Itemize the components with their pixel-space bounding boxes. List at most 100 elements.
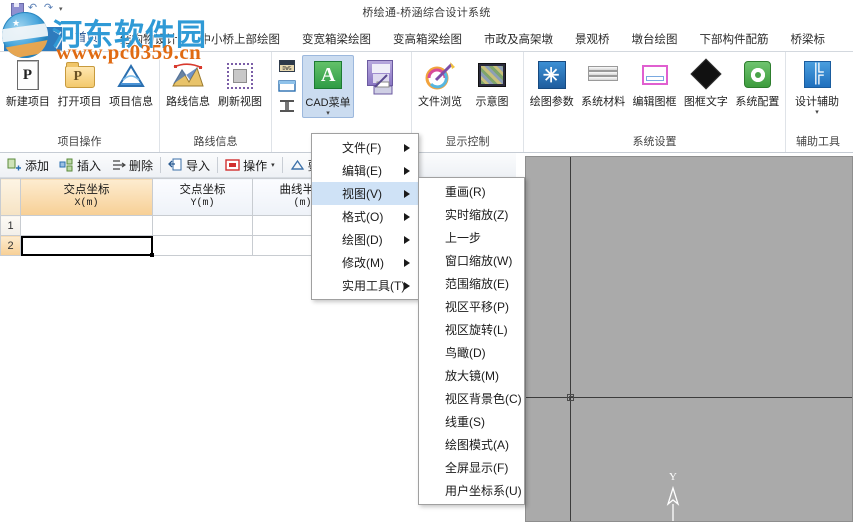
tab-landscape-bridge[interactable]: 景观桥 bbox=[564, 34, 621, 52]
tab-variable-width-box-girder[interactable]: 变宽箱梁绘图 bbox=[291, 34, 382, 52]
menu-item-redraw[interactable]: 重画(R) bbox=[419, 180, 524, 203]
add-icon bbox=[7, 158, 22, 172]
menu-item-aerial-view[interactable]: 鸟瞰(D) bbox=[419, 341, 524, 364]
tab-pier-abutment-drawing[interactable]: 墩台绘图 bbox=[621, 34, 689, 52]
ribbon-tab-strip: File 首页 结构物设计 中小桥上部绘图 变宽箱梁绘图 变高箱梁绘图 市政及高… bbox=[0, 26, 853, 52]
import-label: 导入 bbox=[186, 157, 210, 174]
insert-row-label: 插入 bbox=[77, 157, 101, 174]
origin-marker-icon bbox=[567, 394, 574, 401]
grid-corner[interactable] bbox=[1, 179, 21, 216]
edit-frame-icon bbox=[637, 58, 673, 94]
frame-text-button[interactable]: 图框文字 bbox=[680, 55, 731, 108]
cad-main-menu[interactable]: 文件(F) 编辑(E) 视图(V) 格式(O) 绘图(D) 修改(M) 实用工具… bbox=[311, 133, 419, 300]
design-assist-button[interactable]: ╠ 设计辅助 ▾ bbox=[788, 55, 846, 116]
delete-row-label: 删除 bbox=[129, 157, 153, 174]
tab-variable-height-box-girder[interactable]: 变高箱梁绘图 bbox=[382, 34, 473, 52]
new-project-button[interactable]: P 新建项目 bbox=[2, 55, 54, 108]
menu-item-viewport-background-color[interactable]: 视区背景色(C) bbox=[419, 387, 524, 410]
menu-item-file[interactable]: 文件(F) bbox=[312, 136, 418, 159]
menu-item-modify[interactable]: 修改(M) bbox=[312, 251, 418, 274]
ribbon-group-label: 显示控制 bbox=[414, 134, 521, 152]
delete-icon bbox=[111, 158, 126, 172]
chevron-down-icon[interactable]: ▾ bbox=[271, 161, 275, 169]
chevron-down-icon[interactable]: ▾ bbox=[815, 109, 819, 116]
frame-icon[interactable] bbox=[276, 77, 298, 95]
cell-r2-y[interactable] bbox=[153, 236, 253, 256]
new-project-icon: P bbox=[10, 58, 46, 94]
add-row-button[interactable]: 添加 bbox=[2, 155, 54, 176]
column-title: 交点坐标 bbox=[153, 184, 252, 197]
insert-icon bbox=[59, 158, 74, 172]
save-print-button[interactable] bbox=[354, 55, 406, 96]
open-project-button[interactable]: P 打开项目 bbox=[54, 55, 106, 108]
tab-municipal-viaduct-pier[interactable]: 市政及高架墩 bbox=[473, 34, 564, 52]
edit-frame-button[interactable]: 编辑图框 bbox=[629, 55, 680, 108]
column-header-x[interactable]: 交点坐标 X(m) bbox=[21, 179, 153, 216]
route-info-button[interactable]: 路线信息 bbox=[162, 55, 214, 108]
cad-view-submenu[interactable]: 重画(R) 实时缩放(Z) 上一步 窗口缩放(W) 范围缩放(E) 视区平移(P… bbox=[418, 177, 525, 505]
chevron-down-icon[interactable]: ▾ bbox=[326, 110, 330, 117]
sketch-button[interactable]: 示意图 bbox=[466, 55, 518, 108]
insert-row-button[interactable]: 插入 bbox=[54, 155, 106, 176]
menu-item-lineweight[interactable]: 线重(S) bbox=[419, 410, 524, 433]
cell-r1-y[interactable] bbox=[153, 216, 253, 236]
refresh-view-button[interactable]: 刷新视图 bbox=[214, 55, 266, 108]
submenu-arrow-icon bbox=[404, 190, 410, 198]
tab-small-bridge-upper[interactable]: 中小桥上部绘图 bbox=[189, 34, 292, 52]
menu-item-view[interactable]: 视图(V) bbox=[312, 182, 418, 205]
row-header-2[interactable]: 2 bbox=[1, 236, 21, 256]
menu-item-window-zoom[interactable]: 窗口缩放(W) bbox=[419, 249, 524, 272]
ribbon: P 新建项目 P 打开项目 bbox=[0, 52, 853, 153]
cad-menu-button[interactable]: A CAD菜单 ▾ bbox=[302, 55, 354, 118]
ribbon-group-assist-tools: ╠ 设计辅助 ▾ 辅助工具 bbox=[786, 52, 850, 152]
import-button[interactable]: 导入 bbox=[163, 155, 215, 176]
frame-text-icon bbox=[688, 58, 724, 94]
cell-r1-x[interactable] bbox=[21, 216, 153, 236]
cell-r2-x[interactable] bbox=[21, 236, 153, 256]
column-header-y[interactable]: 交点坐标 Y(m) bbox=[153, 179, 253, 216]
crosshair-vertical bbox=[570, 157, 571, 521]
draw-params-button[interactable]: ✳ 绘图参数 bbox=[526, 55, 577, 108]
project-info-button[interactable]: 项目信息 bbox=[105, 55, 157, 108]
system-config-button[interactable]: 系统配置 bbox=[732, 55, 783, 108]
cad-drawing-area[interactable]: Y bbox=[525, 156, 853, 522]
title-bar: ↶ ↷ ▾ 桥绘通-桥涵综合设计系统 bbox=[0, 0, 853, 26]
menu-item-draw-mode[interactable]: 绘图模式(A) bbox=[419, 433, 524, 456]
file-button[interactable]: File bbox=[4, 27, 62, 51]
cad-menu-icon: A bbox=[310, 59, 346, 95]
column-icon[interactable] bbox=[276, 97, 298, 115]
menu-item-fullscreen[interactable]: 全屏显示(F) bbox=[419, 456, 524, 479]
column-title: 交点坐标 bbox=[21, 184, 152, 197]
operation-label: 操作 bbox=[243, 157, 267, 174]
submenu-arrow-icon bbox=[404, 282, 410, 290]
system-material-button[interactable]: 系统材料 bbox=[577, 55, 628, 108]
project-info-icon bbox=[113, 58, 149, 94]
ribbon-group-display-control: 文件浏览 示意图 显示控制 bbox=[412, 52, 524, 152]
sketch-icon bbox=[474, 58, 510, 94]
tab-lower-member-reinforcement[interactable]: 下部构件配筋 bbox=[689, 34, 780, 52]
tab-bridge-marking[interactable]: 桥梁标 bbox=[780, 34, 837, 52]
dwg-icon[interactable]: DWG bbox=[276, 57, 298, 75]
operation-button[interactable]: 操作 ▾ bbox=[220, 155, 280, 176]
menu-item-previous-step[interactable]: 上一步 bbox=[419, 226, 524, 249]
import-icon bbox=[168, 158, 183, 172]
delete-row-button[interactable]: 删除 bbox=[106, 155, 158, 176]
menu-item-format[interactable]: 格式(O) bbox=[312, 205, 418, 228]
menu-item-magnifier[interactable]: 放大镜(M) bbox=[419, 364, 524, 387]
column-unit: X(m) bbox=[21, 197, 152, 210]
row-header-1[interactable]: 1 bbox=[1, 216, 21, 236]
menu-item-edit[interactable]: 编辑(E) bbox=[312, 159, 418, 182]
menu-item-pan[interactable]: 视区平移(P) bbox=[419, 295, 524, 318]
design-assist-icon: ╠ bbox=[799, 58, 835, 94]
menu-item-realtime-zoom[interactable]: 实时缩放(Z) bbox=[419, 203, 524, 226]
menu-item-draw[interactable]: 绘图(D) bbox=[312, 228, 418, 251]
file-browse-button[interactable]: 文件浏览 bbox=[414, 55, 466, 108]
menu-item-ucs[interactable]: 用户坐标系(U) bbox=[419, 479, 524, 502]
menu-item-rotate-view[interactable]: 视区旋转(L) bbox=[419, 318, 524, 341]
cad-canvas-pane: Y bbox=[520, 153, 853, 522]
menu-item-utilities[interactable]: 实用工具(T) bbox=[312, 274, 418, 297]
menu-item-extent-zoom[interactable]: 范围缩放(E) bbox=[419, 272, 524, 295]
tab-structure-design[interactable]: 结构物设计 bbox=[109, 34, 189, 52]
ribbon-group-route-info: 路线信息 刷新视图 路线信息 bbox=[160, 52, 272, 152]
tab-home[interactable]: 首页 bbox=[64, 32, 109, 52]
